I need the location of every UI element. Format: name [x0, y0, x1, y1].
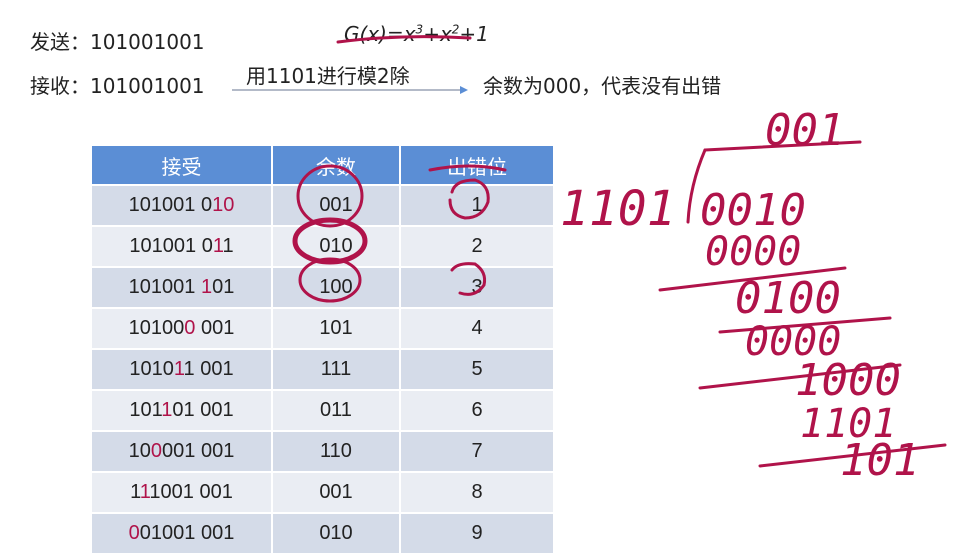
hw-line-2 [718, 316, 892, 334]
receive-line: 接收：101001001 [30, 70, 205, 99]
hw-step-4: 1000 [795, 355, 901, 406]
received-cell: 101001 101 [92, 268, 273, 307]
received-cell: 111001 001 [92, 473, 273, 512]
received-cell: 101011 001 [92, 350, 273, 389]
remainder-cell: 101 [273, 309, 401, 348]
hw-dividend: 0010 [700, 185, 806, 236]
table-row: 101011 001 111 5 [92, 350, 553, 389]
received-value: 101001 010 [128, 194, 235, 216]
received-cell: 001001 001 [92, 514, 273, 553]
table-row: 101001 101 100 3 [92, 268, 553, 307]
hw-step-5: 1101 [800, 401, 896, 447]
receive-label: 接收： [30, 74, 90, 98]
table-row: 101001 010 001 1 [92, 186, 553, 225]
received-value: 101011 001 [129, 358, 234, 380]
received-value: 101101 001 [129, 399, 234, 421]
table-row: 111001 001 001 8 [92, 473, 553, 512]
hw-step-6: 101 [840, 435, 919, 486]
received-value: 101001 011 [129, 235, 234, 257]
received-cell: 101001 011 [92, 227, 273, 266]
remainder-cell: 011 [273, 391, 401, 430]
remainder-cell: 010 [273, 227, 401, 266]
received-cell: 101001 010 [92, 186, 273, 225]
generator-polynomial: G(x)=x3+x2+1 [344, 22, 489, 46]
received-cell: 101101 001 [92, 391, 273, 430]
received-cell: 101000 001 [92, 309, 273, 348]
remainder-cell: 010 [273, 514, 401, 553]
table-row: 101101 001 011 6 [92, 391, 553, 430]
received-value: 111001 001 [130, 481, 233, 503]
error-bit-cell: 1 [401, 186, 553, 225]
remainder-cell: 001 [273, 473, 401, 512]
error-bit-cell: 6 [401, 391, 553, 430]
received-value: 100001 001 [128, 440, 235, 462]
received-value: 101000 001 [128, 317, 235, 339]
table-row: 101001 011 010 2 [92, 227, 553, 266]
error-bit-cell: 4 [401, 309, 553, 348]
error-bit-cell: 3 [401, 268, 553, 307]
receive-value: 101001001 [90, 74, 205, 98]
crc-table: 接受 余数 出错位 101001 010 001 1 101001 011 01… [92, 144, 553, 555]
error-bit-cell: 8 [401, 473, 553, 512]
hw-line-4 [758, 443, 947, 468]
header-remainder: 余数 [273, 146, 401, 184]
error-bit-cell: 9 [401, 514, 553, 553]
arrow-icon [232, 86, 468, 94]
hw-bracket-top [703, 140, 862, 152]
remainder-cell: 111 [273, 350, 401, 389]
hw-bracket-side [686, 148, 707, 224]
hw-step-1: 0000 [705, 229, 801, 275]
error-bit-cell: 5 [401, 350, 553, 389]
table-row: 001001 001 010 9 [92, 514, 553, 553]
hw-step-2: 0100 [735, 273, 841, 324]
hw-quotient: 001 [765, 105, 844, 156]
send-label: 发送： [30, 30, 90, 54]
error-bit-cell: 7 [401, 432, 553, 471]
error-bit-cell: 2 [401, 227, 553, 266]
received-value: 001001 001 [128, 522, 235, 544]
hw-line-1 [658, 266, 847, 292]
hw-step-3: 0000 [745, 319, 841, 365]
gx-suffix: +1 [459, 22, 489, 46]
table-header-row: 接受 余数 出错位 [92, 146, 553, 184]
table-row: 100001 001 110 7 [92, 432, 553, 471]
received-cell: 100001 001 [92, 432, 273, 471]
remainder-cell: 001 [273, 186, 401, 225]
remainder-cell: 110 [273, 432, 401, 471]
table-row: 101000 001 101 4 [92, 309, 553, 348]
received-value: 101001 101 [128, 276, 235, 298]
hw-line-3 [698, 363, 902, 390]
header-error-bit: 出错位 [401, 146, 553, 184]
result-text: 余数为000，代表没有出错 [483, 74, 722, 98]
remainder-cell: 100 [273, 268, 401, 307]
send-value: 101001001 [90, 30, 205, 54]
header-received: 接受 [92, 146, 273, 184]
gx-prefix: G(x)=x [344, 22, 416, 46]
hw-divisor: 1101 [560, 181, 676, 237]
gx-mid: +x [423, 22, 452, 46]
send-line: 发送：101001001 [30, 26, 205, 55]
